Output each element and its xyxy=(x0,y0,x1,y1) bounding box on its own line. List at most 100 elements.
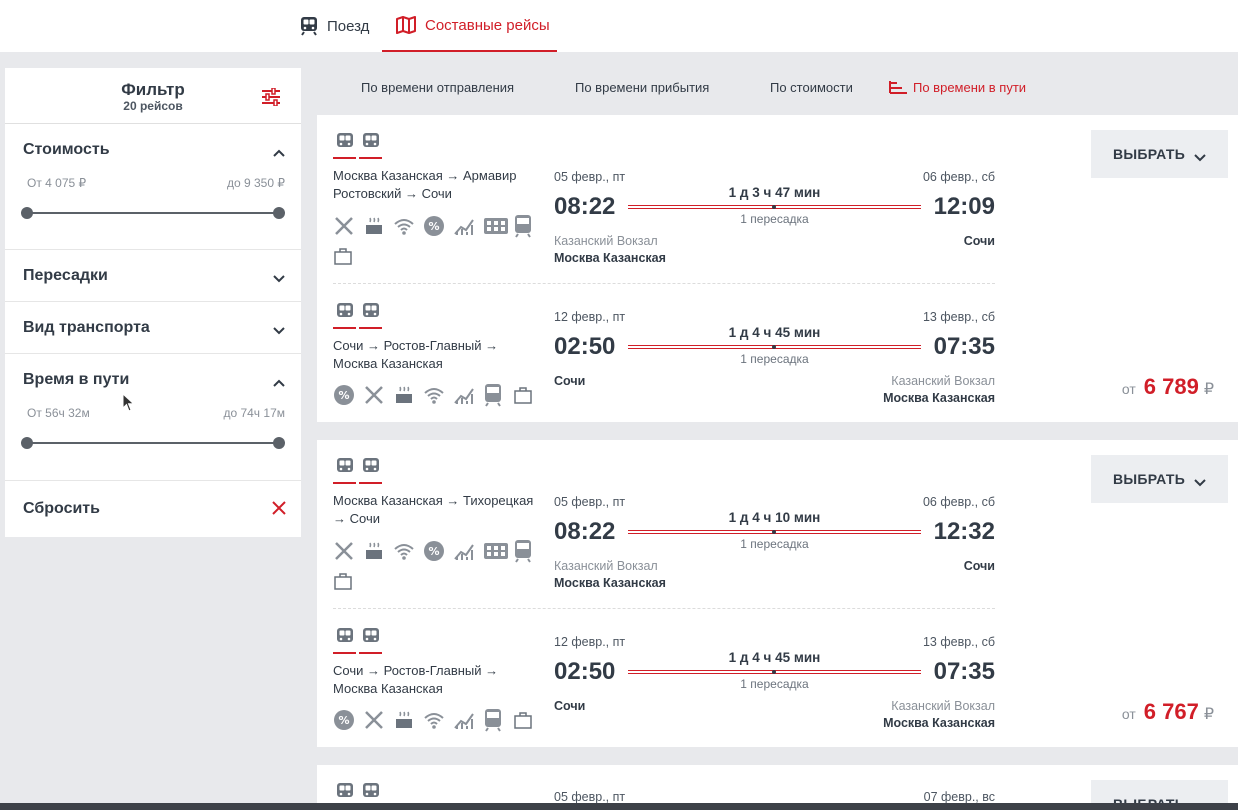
filter-transfers-header[interactable]: Пересадки xyxy=(5,250,301,302)
mouse-cursor-icon xyxy=(122,392,136,418)
filter-panel: Фильтр 20 рейсов Стоимость От 4 075 ₽ до… xyxy=(5,68,301,537)
svg-text:%: % xyxy=(338,714,349,727)
filter-transport-title: Вид транспорта xyxy=(23,319,150,336)
price: от 6 789 ₽ xyxy=(1122,374,1214,400)
arrival-date: 07 февр., вс xyxy=(923,790,995,804)
transfer-dot xyxy=(772,670,776,674)
price-prefix: от xyxy=(1121,381,1136,397)
currency-symbol: ₽ xyxy=(1203,381,1214,398)
duration-text: 1 д 4 ч 45 мин xyxy=(724,650,825,665)
sort-cost[interactable]: По стоимости xyxy=(770,80,853,95)
chart-icon xyxy=(453,380,483,410)
reset-button[interactable]: Сбросить xyxy=(5,481,301,537)
train-icon xyxy=(300,16,318,36)
transport-icons xyxy=(333,299,385,329)
coffee-icon xyxy=(363,536,393,566)
departure-date: 05 февр., пт xyxy=(554,170,626,184)
cost-to: до 9 350 ₽ xyxy=(226,176,285,190)
filter-duration-header[interactable]: Время в пути xyxy=(5,354,301,406)
choose-button[interactable]: ВЫБРАТЬ xyxy=(1091,455,1228,503)
restaurant-icon xyxy=(333,211,363,241)
filter-section-transport[interactable]: Вид транспорта xyxy=(5,302,301,354)
transfer-dot xyxy=(772,205,776,209)
duration-slider-min-handle[interactable] xyxy=(21,437,33,449)
rzd-train-icon xyxy=(483,705,513,735)
chevron-up-icon[interactable] xyxy=(273,374,285,392)
filter-cost-header[interactable]: Стоимость xyxy=(5,124,301,176)
transport-icons xyxy=(333,129,385,159)
cost-slider[interactable] xyxy=(21,196,285,236)
duration-slider[interactable] xyxy=(21,426,285,466)
chevron-down-icon xyxy=(1194,149,1206,165)
result-card: Москва Казанская → Армавир Ростовский → … xyxy=(317,115,1238,422)
taskbar xyxy=(0,803,1238,810)
svg-text:%: % xyxy=(428,220,439,233)
choose-label: ВЫБРАТЬ xyxy=(1113,146,1186,162)
svg-text:%: % xyxy=(338,389,349,402)
transfer-dot xyxy=(772,345,776,349)
train-icon xyxy=(359,454,382,484)
coffee-icon xyxy=(393,380,423,410)
duration-from: От 56ч 32м xyxy=(27,406,90,420)
price-value: 6 767 xyxy=(1143,699,1199,724)
cost-slider-min-handle[interactable] xyxy=(21,207,33,219)
arrival-city: Сочи xyxy=(963,559,995,573)
choose-button[interactable]: ВЫБРАТЬ xyxy=(1091,130,1228,178)
departure-time: 02:50 xyxy=(554,333,616,360)
restaurant-icon xyxy=(363,380,393,410)
close-icon[interactable] xyxy=(271,500,287,521)
wifi-icon xyxy=(423,380,453,410)
coffee-icon xyxy=(393,705,423,735)
route-text: Сочи → Ростов-Главный → Москва Казанская xyxy=(333,337,533,373)
choose-label: ВЫБРАТЬ xyxy=(1113,471,1186,487)
wifi-icon xyxy=(393,536,423,566)
train-icon xyxy=(359,624,382,654)
luggage-icon xyxy=(513,705,543,735)
duration-text: 1 д 4 ч 45 мин xyxy=(724,325,825,340)
sort-arrival[interactable]: По времени прибытия xyxy=(575,80,709,95)
departure-station: Казанский Вокзал xyxy=(554,234,658,248)
train-icon xyxy=(359,129,382,159)
arrival-time: 12:32 xyxy=(933,518,995,545)
chevron-down-icon[interactable] xyxy=(273,270,285,288)
transfer-count: 1 пересадка xyxy=(740,352,809,366)
restaurant-icon xyxy=(333,536,363,566)
sort-bar: По времени отправления По времени прибыт… xyxy=(317,68,1238,108)
chevron-up-icon[interactable] xyxy=(273,144,285,162)
arrival-time: 12:09 xyxy=(933,193,995,220)
cost-range-labels: От 4 075 ₽ до 9 350 ₽ xyxy=(23,176,285,196)
discount-icon: % xyxy=(333,705,363,735)
sort-duration[interactable]: По времени в пути xyxy=(889,80,1026,95)
sort-icon xyxy=(889,80,907,97)
tab-train[interactable]: Поезд xyxy=(300,0,369,52)
transfer-count: 1 пересадка xyxy=(740,677,809,691)
chart-icon xyxy=(453,536,483,566)
route-line: Ростовский → Сочи xyxy=(333,186,452,201)
rzd-train-icon xyxy=(513,211,543,241)
filter-section-cost: Стоимость От 4 075 ₽ до 9 350 ₽ xyxy=(5,124,301,250)
train-icon xyxy=(333,129,356,159)
filter-cost-title: Стоимость xyxy=(23,141,110,158)
arrival-date: 06 февр., сб xyxy=(922,495,995,509)
route-line: Москва Казанская xyxy=(333,681,443,696)
duration: 1 д 3 ч 47 мин xyxy=(628,185,921,200)
filter-transport-header[interactable]: Вид транспорта xyxy=(5,302,301,354)
duration-slider-max-handle[interactable] xyxy=(273,437,285,449)
duration-slider-track xyxy=(27,442,279,444)
cost-slider-max-handle[interactable] xyxy=(273,207,285,219)
discount-icon: % xyxy=(333,380,363,410)
duration: 1 д 4 ч 45 мин xyxy=(628,650,921,665)
arrival-station: Казанский Вокзал xyxy=(891,699,995,713)
arrival-city: Москва Казанская xyxy=(883,716,995,730)
tab-train-label: Поезд xyxy=(327,17,370,35)
departure-date: 05 февр., пт xyxy=(554,495,626,509)
filter-section-transfers[interactable]: Пересадки xyxy=(5,250,301,302)
train-icon xyxy=(359,299,382,329)
cost-from: От 4 075 ₽ xyxy=(27,176,87,190)
tab-composite[interactable]: Составные рейсы xyxy=(382,0,557,52)
departure-city: Сочи xyxy=(554,699,586,713)
sort-departure[interactable]: По времени отправления xyxy=(361,80,514,95)
chevron-down-icon[interactable] xyxy=(273,322,285,340)
tune-icon[interactable] xyxy=(261,87,281,111)
coffee-icon xyxy=(363,211,393,241)
